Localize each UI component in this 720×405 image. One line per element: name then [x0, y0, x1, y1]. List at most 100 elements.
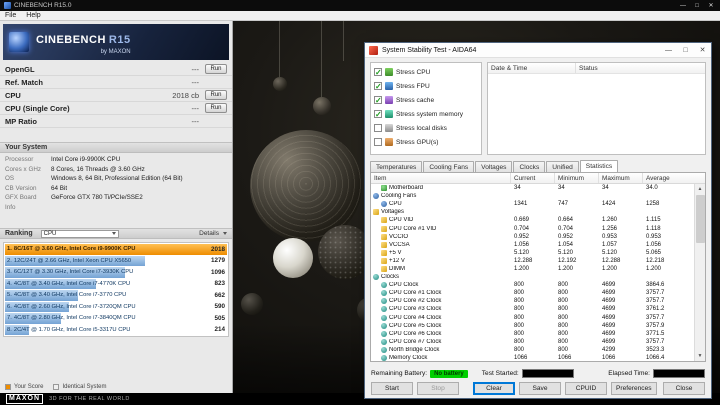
stats-column-header[interactable]: Maximum: [599, 173, 643, 183]
ranking-row[interactable]: 6. 4C/8T @ 2.60 GHz, Intel Core i7-3720Q…: [5, 301, 227, 312]
stats-item-label: CPU Core #3 Clock: [389, 306, 442, 313]
ranking-row[interactable]: 7. 4C/8T @ 2.80 GHz, Intel Core i7-3840Q…: [5, 313, 227, 324]
voltage-icon: [381, 249, 387, 256]
stats-row[interactable]: DIMM 1.200 1.200 1.200 1.200: [371, 265, 694, 273]
stats-maximum: 4299: [602, 346, 616, 353]
stats-average: 1258: [646, 201, 660, 208]
ranking-row[interactable]: 5. 4C/8T @ 3.40 GHz, Intel Core i7-3770 …: [5, 290, 227, 301]
stats-row[interactable]: CPU 1341 747 1424 1258: [371, 200, 694, 208]
stats-row[interactable]: CPU Core #5 Clock 800 800 4699 3757.9: [371, 322, 694, 330]
dialog-button[interactable]: Preferences: [611, 382, 657, 395]
run-button[interactable]: Run: [205, 64, 227, 74]
clock-icon: [381, 290, 387, 297]
dialog-button[interactable]: Stop: [417, 382, 459, 395]
stats-row[interactable]: CPU Core #7 Clock 800 800 4699 3757.7: [371, 338, 694, 346]
stress-checkbox[interactable]: [374, 68, 382, 77]
maximize-button[interactable]: □: [677, 43, 694, 57]
minimize-button[interactable]: —: [660, 43, 677, 57]
ranking-row[interactable]: 2. 12C/24T @ 2.66 GHz, Intel Xeon CPU X5…: [5, 255, 227, 266]
dialog-button[interactable]: Save: [519, 382, 561, 395]
run-button[interactable]: Run: [205, 103, 227, 113]
marble-sphere: [273, 238, 313, 278]
stress-checkbox[interactable]: [374, 138, 382, 146]
stats-row[interactable]: CPU Core #4 Clock 800 800 4699 3757.7: [371, 314, 694, 322]
tab[interactable]: Voltages: [475, 161, 513, 172]
stats-row[interactable]: CPU Core #2 Clock 800 800 4699 3757.7: [371, 297, 694, 305]
scrollbar[interactable]: ▲ ▼: [694, 184, 705, 361]
tab[interactable]: Temperatures: [370, 161, 423, 172]
stats-row[interactable]: Memory Clock 1066 1066 1066 1066.4: [371, 354, 694, 361]
stats-row[interactable]: VCCSA 1.056 1.054 1.057 1.056: [371, 241, 694, 249]
disk-icon: [385, 124, 393, 132]
stats-column-header[interactable]: Average: [643, 173, 705, 183]
logo-version: R15: [108, 33, 131, 46]
scroll-down-icon[interactable]: ▼: [695, 351, 705, 361]
stats-row[interactable]: CPU VID 0.669 0.664 1.260 1.115: [371, 216, 694, 224]
close-button[interactable]: ✕: [704, 0, 718, 11]
maxon-logo: MAXON: [6, 394, 44, 404]
stats-row[interactable]: CPU Core #6 Clock 800 800 4699 3771.5: [371, 330, 694, 338]
scrollbar-thumb[interactable]: [695, 195, 705, 243]
menu-item[interactable]: File: [0, 12, 21, 19]
stats-row[interactable]: Voltages: [371, 208, 694, 216]
run-button[interactable]: Run: [205, 90, 227, 100]
benchmark-row: CPU 2018 cb Run: [0, 89, 232, 102]
log-column-status[interactable]: Status: [576, 63, 705, 73]
log-column-date-time[interactable]: Date & Time: [488, 63, 576, 73]
stress-checkbox[interactable]: [374, 82, 382, 91]
legend-item: Identical System: [53, 384, 107, 390]
stats-minimum: 800: [558, 314, 569, 321]
stats-row[interactable]: North Bridge Clock 800 800 4299 3523.3: [371, 346, 694, 354]
details-button[interactable]: Details: [199, 230, 227, 237]
benchmark-label: CPU (Single Core): [5, 103, 70, 113]
clock-icon: [381, 330, 387, 337]
stats-row[interactable]: +5 V 5.120 5.120 5.120 5.065: [371, 249, 694, 257]
dialog-button[interactable]: Clear: [473, 382, 515, 395]
stats-minimum: 800: [558, 282, 569, 289]
maximize-button[interactable]: □: [690, 0, 704, 11]
stats-row[interactable]: CPU Core #1 VID 0.704 0.704 1.256 1.118: [371, 224, 694, 232]
scroll-up-icon[interactable]: ▲: [695, 184, 705, 194]
dialog-button[interactable]: Close: [663, 382, 705, 395]
stats-row[interactable]: CPU Clock 800 800 4699 3864.6: [371, 281, 694, 289]
cinebench-app-icon: [4, 2, 11, 9]
aida64-titlebar[interactable]: System Stability Test - AIDA64 — □ ✕: [365, 43, 711, 58]
stats-average: 5.065: [646, 249, 662, 256]
tab[interactable]: Unified: [546, 161, 579, 172]
stats-row[interactable]: Motherboard 34 34 34 34.0: [371, 184, 694, 192]
stats-row[interactable]: CPU Core #1 Clock 800 800 4699 3757.7: [371, 289, 694, 297]
tab[interactable]: Statistics: [579, 160, 619, 172]
ranking-filter-dropdown[interactable]: CPU: [40, 229, 119, 238]
tab[interactable]: Cooling Fans: [423, 161, 475, 172]
ranking-row[interactable]: 1. 8C/16T @ 3.60 GHz, Intel Core i9-9900…: [5, 244, 227, 255]
stress-option-row: Stress GPU(s): [374, 135, 478, 149]
stats-row[interactable]: Clocks: [371, 273, 694, 281]
stats-column-header[interactable]: Item: [371, 173, 511, 183]
stats-average: 3523.3: [646, 346, 665, 353]
stats-row[interactable]: CPU Core #3 Clock 800 800 4699 3761.2: [371, 305, 694, 313]
stress-checkbox[interactable]: [374, 110, 382, 119]
stats-row[interactable]: Cooling Fans: [371, 192, 694, 200]
benchmark-value: ---: [191, 64, 200, 74]
tab[interactable]: Clocks: [513, 161, 546, 172]
menu-item[interactable]: Help: [21, 12, 45, 19]
stress-checkbox[interactable]: [374, 96, 382, 105]
close-button[interactable]: ✕: [694, 43, 711, 57]
minimize-button[interactable]: —: [676, 0, 690, 11]
ranking-legend: Your Score Identical System: [5, 384, 117, 390]
stats-average: 1.115: [646, 217, 661, 224]
dialog-button[interactable]: Start: [371, 382, 413, 395]
stats-item-label: CPU Core #2 Clock: [389, 298, 442, 305]
stats-average: 0.953: [646, 233, 662, 240]
stats-row[interactable]: +12 V 12.288 12.192 12.288 12.218: [371, 257, 694, 265]
stats-column-header[interactable]: Current: [511, 173, 555, 183]
ranking-row[interactable]: 4. 4C/8T @ 3.40 GHz, Intel Core i7-4770K…: [5, 278, 227, 289]
stats-column-header[interactable]: Minimum: [555, 173, 599, 183]
stress-checkbox[interactable]: [374, 124, 382, 132]
ranking-row[interactable]: 3. 6C/12T @ 3.30 GHz, Intel Core i7-3930…: [5, 267, 227, 278]
system-info-row: Info: [5, 203, 227, 213]
dialog-button[interactable]: CPUID: [565, 382, 607, 395]
stats-row[interactable]: VCCIO 0.952 0.952 0.953 0.953: [371, 233, 694, 241]
ranking-row[interactable]: 8. 2C/4T @ 1.70 GHz, Intel Core i5-3317U…: [5, 324, 227, 335]
system-info-row: OS Windows 8, 64 Bit, Professional Editi…: [5, 174, 227, 184]
